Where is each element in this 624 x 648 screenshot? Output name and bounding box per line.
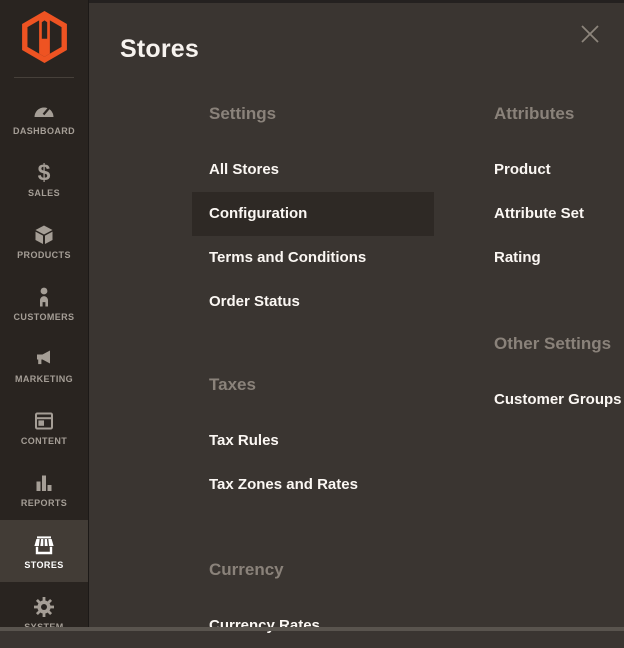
megaphone-icon [32, 347, 56, 371]
menu-item-customer-groups[interactable]: Customer Groups [477, 378, 624, 422]
person-icon [32, 285, 56, 309]
admin-sidebar: DASHBOARD $ SALES PRODUCTS CUSTOMERS [0, 0, 88, 631]
menu-item-attribute-set[interactable]: Attribute Set [477, 192, 624, 236]
section-taxes: Taxes Tax Rules Tax Zones and Rates [192, 375, 442, 507]
sidebar-nav: DASHBOARD $ SALES PRODUCTS CUSTOMERS [0, 86, 88, 644]
sidebar-item-label: PRODUCTS [17, 250, 71, 260]
sidebar-item-products[interactable]: PRODUCTS [0, 210, 88, 272]
menu-item-terms-and-conditions[interactable]: Terms and Conditions [192, 236, 442, 280]
section-title: Other Settings [477, 334, 624, 354]
sidebar-divider [14, 77, 74, 78]
menu-item-currency-rates[interactable]: Currency Rates [192, 604, 442, 648]
sidebar-item-label: CUSTOMERS [14, 312, 75, 322]
magento-logo-icon [22, 11, 67, 63]
stores-flyout-menu: Stores Settings All Stores Configuration… [88, 0, 624, 631]
sidebar-item-label: SALES [28, 188, 60, 198]
menu-item-order-status[interactable]: Order Status [192, 280, 442, 324]
dashboard-gauge-icon [32, 99, 56, 123]
sidebar-item-customers[interactable]: CUSTOMERS [0, 272, 88, 334]
sidebar-item-label: STORES [24, 560, 63, 570]
sidebar-item-system[interactable]: SYSTEM [0, 582, 88, 644]
header-strip [89, 0, 624, 3]
sidebar-item-content[interactable]: CONTENT [0, 396, 88, 458]
section-currency: Currency Currency Rates [192, 560, 442, 648]
gear-icon [32, 595, 56, 619]
menu-item-configuration[interactable]: Configuration [192, 192, 434, 236]
sidebar-item-reports[interactable]: REPORTS [0, 458, 88, 520]
page-bottom-edge [0, 627, 624, 631]
section-title: Attributes [477, 104, 624, 124]
sidebar-item-label: CONTENT [21, 436, 67, 446]
sidebar-item-marketing[interactable]: MARKETING [0, 334, 88, 396]
sidebar-item-stores[interactable]: STORES [0, 520, 88, 582]
section-title: Settings [192, 104, 442, 124]
sidebar-item-label: REPORTS [21, 498, 67, 508]
menu-item-all-stores[interactable]: All Stores [192, 148, 442, 192]
sidebar-item-sales[interactable]: $ SALES [0, 148, 88, 210]
dollar-icon: $ [32, 161, 56, 185]
box-icon [32, 223, 56, 247]
close-icon [578, 22, 602, 46]
svg-text:$: $ [38, 161, 51, 185]
section-attributes: Attributes Product Attribute Set Rating [477, 104, 624, 280]
flyout-title: Stores [120, 35, 199, 64]
section-title: Taxes [192, 375, 442, 395]
menu-item-product[interactable]: Product [477, 148, 624, 192]
sidebar-item-dashboard[interactable]: DASHBOARD [0, 86, 88, 148]
section-other-settings: Other Settings Customer Groups [477, 334, 624, 422]
layout-icon [32, 409, 56, 433]
section-title: Currency [192, 560, 442, 580]
menu-item-tax-rules[interactable]: Tax Rules [192, 419, 442, 463]
sidebar-item-label: DASHBOARD [13, 126, 75, 136]
section-settings: Settings All Stores Configuration Terms … [192, 104, 442, 324]
bar-chart-icon [32, 471, 56, 495]
sidebar-item-label: MARKETING [15, 374, 73, 384]
magento-logo[interactable] [0, 0, 88, 66]
menu-item-rating[interactable]: Rating [477, 236, 624, 280]
menu-item-tax-zones-and-rates[interactable]: Tax Zones and Rates [192, 463, 442, 507]
storefront-icon [32, 533, 56, 557]
close-button[interactable] [577, 21, 603, 47]
